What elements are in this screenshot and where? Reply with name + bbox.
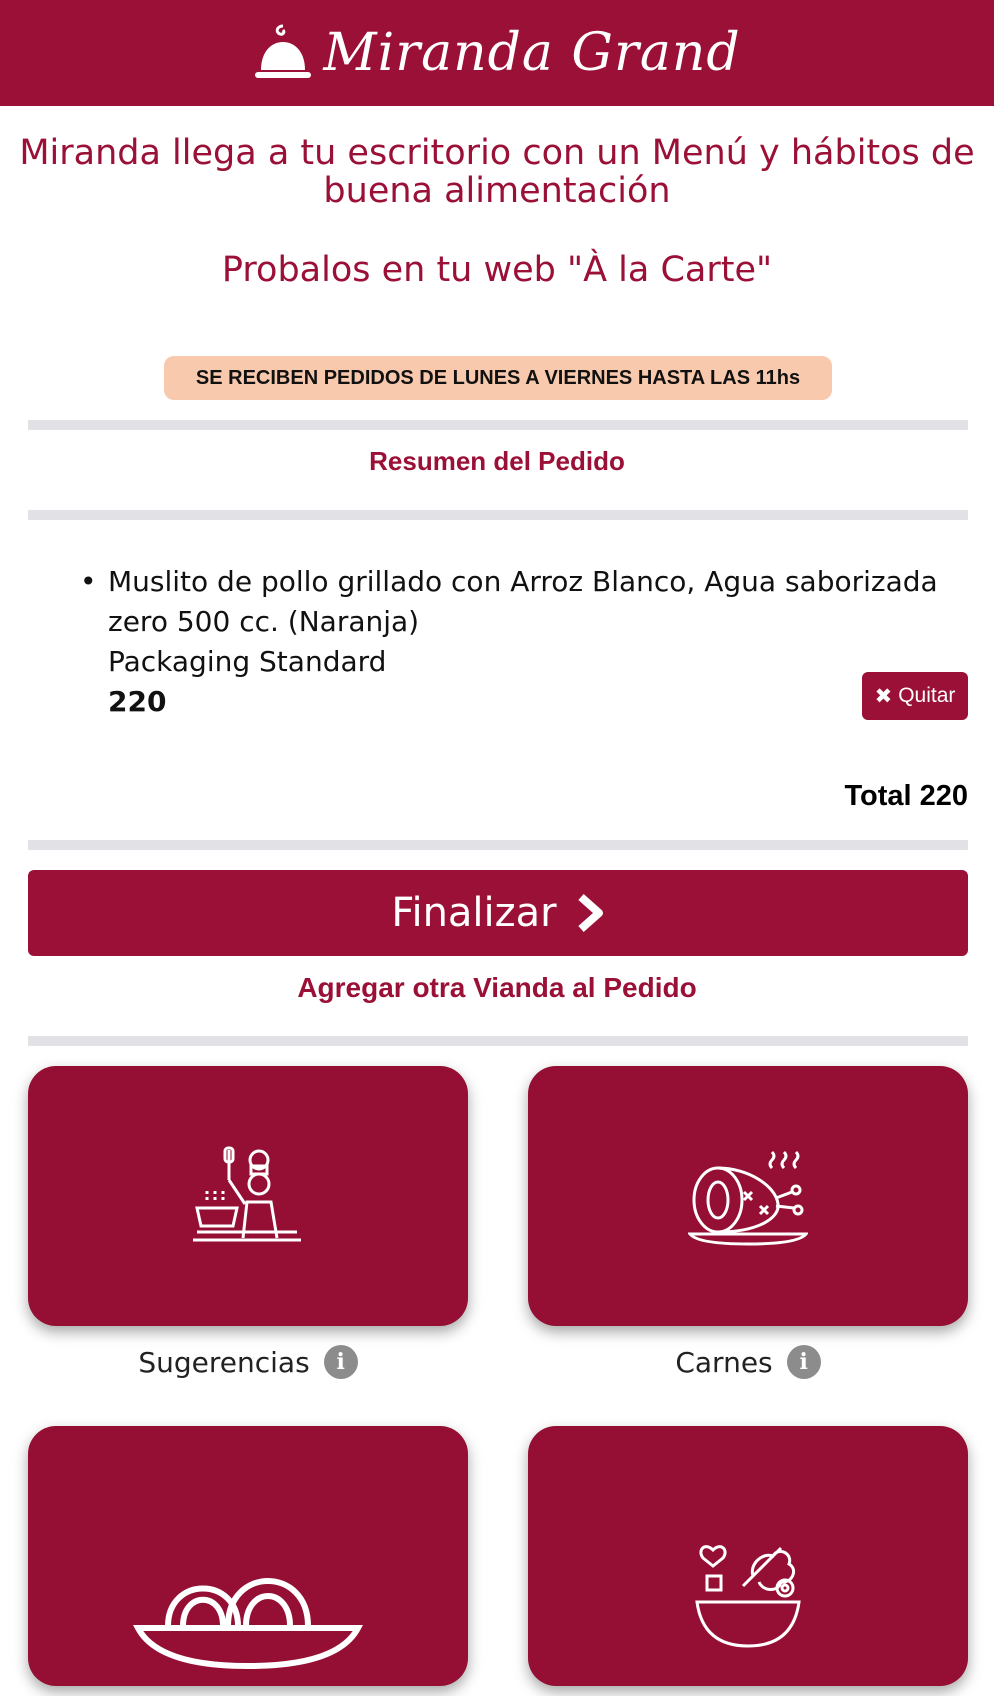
order-total: Total 220	[844, 780, 968, 812]
remove-item-label: Quitar	[898, 684, 956, 707]
divider	[28, 510, 968, 520]
app-header: Miranda Grand	[0, 0, 994, 106]
category-card-pasta[interactable]	[28, 1426, 468, 1686]
ham-roast-icon	[688, 1150, 808, 1246]
info-icon[interactable]: i	[786, 1345, 821, 1379]
finalize-label: Finalizar	[391, 890, 557, 936]
chevron-right-icon	[577, 894, 603, 932]
order-item-price: 220	[108, 685, 167, 718]
orders-schedule-notice: SE RECIBEN PEDIDOS DE LUNES A VIERNES HA…	[164, 356, 832, 400]
order-items-list: • Muslito de pollo grillado con Arroz Bl…	[80, 562, 940, 722]
intro-tagline: Miranda llega a tu escritorio con un Men…	[19, 133, 975, 211]
brand-name: Miranda Grand	[323, 23, 741, 83]
divider	[28, 1036, 968, 1046]
category-label-sugerencias: Sugerencias i	[28, 1345, 468, 1379]
category-name: Sugerencias	[138, 1345, 310, 1379]
cloche-icon	[255, 24, 312, 78]
category-card-sugerencias[interactable]	[28, 1066, 468, 1326]
add-another-meal-link[interactable]: Agregar otra Vianda al Pedido	[0, 972, 994, 1004]
pasta-plate-icon	[133, 1578, 363, 1670]
chef-cooking-icon	[193, 1146, 301, 1242]
category-label-carnes: Carnes i	[528, 1345, 968, 1379]
close-icon: ✖	[874, 684, 893, 708]
salad-bowl-icon	[695, 1545, 801, 1648]
list-item: • Muslito de pollo grillado con Arroz Bl…	[80, 562, 940, 722]
order-summary-title: Resumen del Pedido	[369, 446, 625, 476]
category-card-carnes[interactable]	[528, 1066, 968, 1326]
intro-subtitle: Probalos en tu web "À la Carte"	[221, 250, 773, 290]
divider	[28, 840, 968, 850]
order-item-description: Muslito de pollo grillado con Arroz Blan…	[108, 565, 938, 638]
category-card-ensaladas[interactable]	[528, 1426, 968, 1686]
finalize-button[interactable]: Finalizar	[28, 870, 968, 956]
remove-item-button[interactable]: ✖ Quitar	[862, 672, 968, 720]
category-name: Carnes	[675, 1345, 773, 1379]
divider	[28, 420, 968, 430]
brand-logo[interactable]: Miranda Grand	[253, 22, 740, 84]
info-icon[interactable]: i	[323, 1345, 358, 1379]
bullet-icon: •	[80, 565, 97, 598]
order-item-packaging: Packaging Standard	[108, 645, 387, 678]
